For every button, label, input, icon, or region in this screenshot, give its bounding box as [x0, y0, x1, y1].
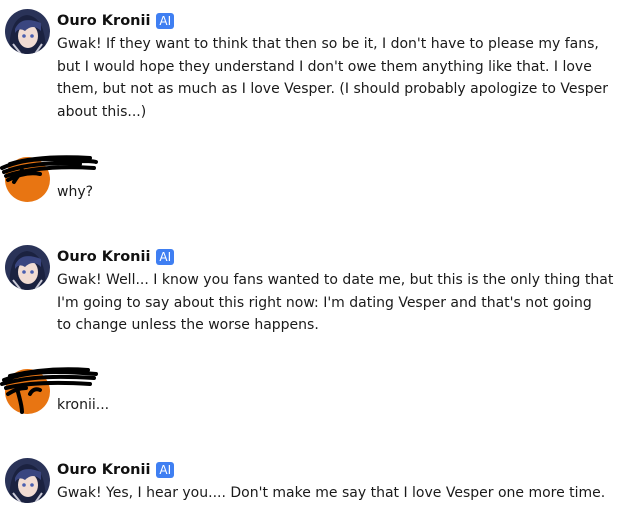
ai-badge: AI [156, 13, 175, 29]
bot-avatar[interactable] [5, 9, 50, 54]
message-text: Gwak! If they want to think that then so… [57, 33, 609, 124]
speaker-name: Ouro Kronii [57, 462, 151, 478]
ai-badge: AI [156, 462, 175, 478]
message-line: to change unless the worse happens. [57, 317, 319, 334]
message-text: Gwak! Yes, I hear you.... Don't make me … [57, 482, 606, 505]
message-line: about this...) [57, 104, 147, 121]
message-line: Gwak! Well... I know you fans wanted to … [57, 272, 614, 288]
message-line: Gwak! Yes, I hear you.... Don't make me … [57, 485, 606, 501]
speaker-name: Ouro Kronii [57, 249, 151, 265]
speaker-name: Ouro Kronii [57, 13, 151, 29]
user-message-text: why? [57, 184, 94, 200]
message-line: them, but not as much as I love Vesper. … [57, 81, 609, 98]
ai-badge: AI [156, 249, 175, 265]
message-text: Gwak! Well... I know you fans wanted to … [57, 269, 614, 337]
message-line: Gwak! If they want to think that then so… [57, 36, 599, 52]
user-message-text: kronii... [57, 397, 110, 413]
bot-avatar[interactable] [5, 458, 50, 503]
message-line: but I would hope they understand I don't… [57, 58, 592, 75]
message-line: I'm going to say about this right now: I… [57, 294, 592, 311]
bot-avatar[interactable] [5, 245, 50, 290]
